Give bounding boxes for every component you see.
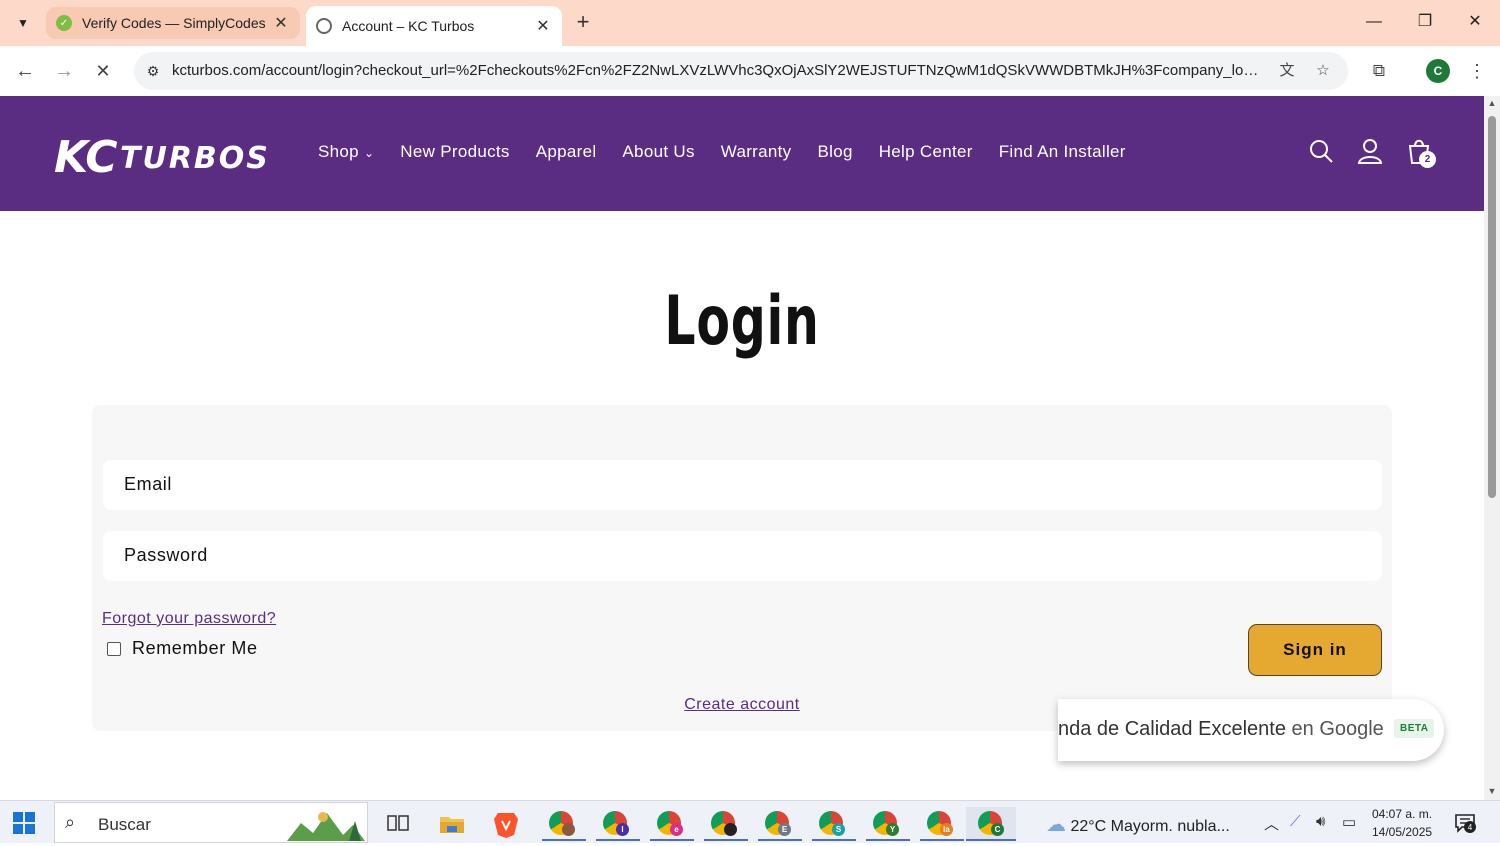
profile-avatar[interactable]: C: [1426, 59, 1450, 83]
cart-count-badge: 2: [1419, 151, 1436, 168]
close-tab-icon[interactable]: ✕: [272, 13, 290, 33]
tab-simplycodes[interactable]: ✓ Verify Codes — SimplyCodes ✕: [46, 7, 300, 39]
logo-turbos: TURBOS: [120, 141, 270, 176]
scrollbar-thumb[interactable]: [1488, 116, 1496, 498]
page-title: Login: [664, 282, 820, 361]
forward-button[interactable]: →: [49, 56, 79, 86]
close-tab-icon[interactable]: ✕: [534, 16, 552, 36]
chrome-profile-9-icon-active[interactable]: C: [966, 807, 1016, 841]
windows-taskbar: ⌕ Buscar I e E S Y la C ☁ 22°C Mayorm. n…: [0, 800, 1500, 843]
kc-turbos-logo[interactable]: KC TURBOS: [54, 126, 276, 182]
windows-start-icon[interactable]: [12, 811, 36, 835]
email-field[interactable]: Email: [103, 460, 1382, 510]
chrome-profile-5-icon[interactable]: E: [758, 807, 802, 841]
logo-kc: KC: [54, 132, 118, 182]
nav-warranty[interactable]: Warranty: [721, 142, 792, 162]
task-view-icon[interactable]: [380, 807, 416, 841]
taskbar-search-box[interactable]: ⌕ Buscar: [54, 802, 368, 843]
search-placeholder: Buscar: [98, 815, 151, 834]
forgot-password-link[interactable]: Forgot your password?: [102, 610, 276, 628]
remember-me-label: Remember Me: [132, 638, 258, 658]
network-icon[interactable]: ▭: [1342, 813, 1356, 831]
volume-icon[interactable]: 🔊︎: [1316, 813, 1325, 830]
browser-tabstrip: ▼ ✓ Verify Codes — SimplyCodes ✕ Account…: [0, 0, 1500, 46]
nav-about-us[interactable]: About Us: [622, 142, 694, 162]
bookmark-star-icon[interactable]: ☆: [1312, 60, 1334, 82]
chrome-profile-8-icon[interactable]: la: [920, 807, 964, 841]
nav-shop[interactable]: Shop ⌄: [318, 142, 374, 162]
chrome-profile-1-icon[interactable]: [542, 807, 586, 841]
nav-blog[interactable]: Blog: [817, 142, 852, 162]
nav-new-products[interactable]: New Products: [400, 142, 509, 162]
brave-browser-icon[interactable]: [488, 807, 524, 841]
minimize-button[interactable]: —: [1354, 8, 1394, 36]
notifications-icon[interactable]: 4: [1454, 813, 1476, 833]
scroll-up-arrow-icon[interactable]: ▲: [1487, 98, 1497, 108]
password-label: Password: [124, 545, 208, 565]
scroll-down-arrow-icon[interactable]: ▼: [1487, 786, 1497, 796]
restore-button[interactable]: ❐: [1405, 8, 1445, 36]
browser-menu-icon[interactable]: ⋮: [1462, 56, 1492, 86]
account-icon[interactable]: [1355, 136, 1385, 166]
close-window-button[interactable]: ✕: [1455, 8, 1495, 36]
url-text[interactable]: kcturbos.com/account/login?checkout_url=…: [172, 62, 1262, 79]
email-label: Email: [124, 474, 173, 494]
site-info-icon[interactable]: ⚙: [142, 60, 164, 82]
chrome-profile-7-icon[interactable]: Y: [866, 807, 910, 841]
google-store-badge[interactable]: nda de Calidad Excelente en Google BETA: [1058, 699, 1444, 761]
notification-count: 4: [1468, 823, 1473, 832]
pen-icon[interactable]: ⟋: [1290, 813, 1301, 830]
search-icon: ⌕: [65, 812, 76, 832]
beta-label: BETA: [1394, 719, 1435, 738]
password-field[interactable]: Password: [103, 531, 1382, 581]
clock-date: 14/05/2025: [1372, 825, 1433, 839]
main-navigation: Shop ⌄ New Products Apparel About Us War…: [318, 142, 1152, 162]
tab-kc-turbos[interactable]: Account – KC Turbos ✕: [306, 6, 562, 46]
search-highlight-illustration-icon: [287, 812, 365, 841]
back-button[interactable]: ←: [10, 56, 40, 86]
chrome-profile-6-icon[interactable]: S: [812, 807, 856, 841]
tab-title: Account – KC Turbos: [342, 18, 475, 34]
partly-cloudy-icon: ☁: [1046, 814, 1066, 836]
chevron-down-icon: ⌄: [363, 146, 375, 160]
sign-in-button[interactable]: Sign in: [1248, 624, 1382, 676]
nav-help-center[interactable]: Help Center: [879, 142, 973, 162]
tab-search-chevron-icon[interactable]: ▼: [8, 8, 38, 38]
extensions-icon[interactable]: ⧉: [1364, 56, 1394, 86]
search-icon[interactable]: [1306, 136, 1336, 166]
translate-icon[interactable]: 文: [1276, 60, 1298, 82]
site-header: KC TURBOS Shop ⌄ New Products Apparel Ab…: [0, 96, 1484, 211]
system-clock[interactable]: 04:07 a. m. 14/05/2025: [1372, 805, 1432, 841]
chrome-profile-4-icon[interactable]: [704, 807, 748, 841]
address-bar[interactable]: ⚙ kcturbos.com/account/login?checkout_ur…: [134, 52, 1348, 90]
remember-me-checkbox[interactable]: [107, 641, 121, 656]
file-explorer-icon[interactable]: [434, 807, 470, 841]
show-hidden-icons-chevron-icon[interactable]: ︿: [1264, 813, 1279, 834]
page-scrollbar[interactable]: ▲ ▼: [1484, 96, 1500, 800]
simplycodes-favicon-icon: ✓: [56, 15, 72, 31]
nav-find-an-installer[interactable]: Find An Installer: [999, 142, 1126, 162]
stop-loading-button[interactable]: ✕: [88, 56, 118, 86]
loading-favicon-icon: [316, 18, 332, 34]
chrome-profile-2-icon[interactable]: I: [596, 807, 640, 841]
browser-toolbar: ← → ✕ ⚙ kcturbos.com/account/login?check…: [0, 46, 1500, 96]
clock-time: 04:07 a. m.: [1372, 807, 1433, 821]
chrome-profile-3-icon[interactable]: e: [650, 807, 694, 841]
badge-text: nda de Calidad Excelente en Google: [1058, 718, 1384, 740]
nav-apparel[interactable]: Apparel: [536, 142, 597, 162]
tab-title: Verify Codes — SimplyCodes: [82, 15, 266, 31]
remember-me[interactable]: Remember Me: [107, 638, 258, 659]
new-tab-button[interactable]: +: [570, 10, 596, 36]
weather-widget[interactable]: ☁ 22°C Mayorm. nubla...: [1046, 812, 1230, 837]
